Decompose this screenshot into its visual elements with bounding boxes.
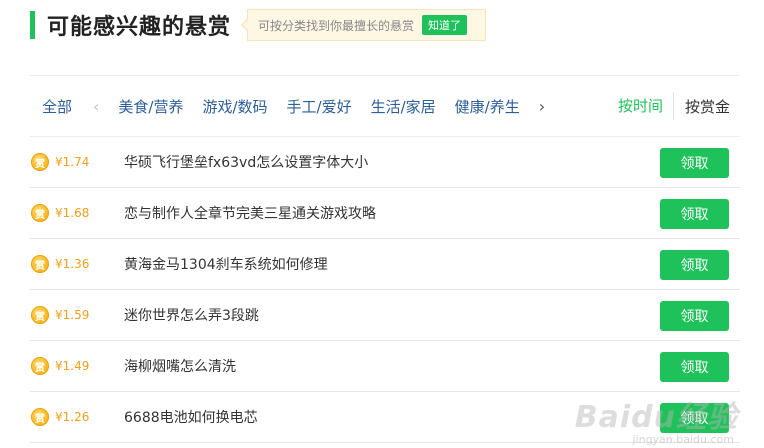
question-title[interactable]: 黄海金马1304刹车系统如何修理 (124, 254, 328, 274)
claim-button[interactable]: 领取 (660, 301, 729, 331)
category-games[interactable]: 游戏/数码 (202, 96, 267, 117)
question-row: 赏 ¥1.26 6688电池如何换电芯 领取 (30, 392, 740, 443)
category-health[interactable]: 健康/养生 (455, 96, 520, 117)
reward-coin-icon: 赏 (31, 255, 49, 273)
claim-button[interactable]: 领取 (660, 403, 729, 433)
reward-coin-icon: 赏 (31, 204, 49, 222)
question-row: 赏 ¥1.59 迷你世界怎么弄3段跳 领取 (30, 290, 740, 341)
question-row: 赏 ¥1.36 黄海金马1304刹车系统如何修理 领取 (30, 239, 740, 290)
reward-coin-icon: 赏 (31, 357, 49, 375)
reward-amount: ¥1.49 (55, 359, 90, 373)
reward-coin-icon: 赏 (31, 408, 49, 426)
sort-by-reward[interactable]: 按赏金 (674, 96, 740, 117)
reward-amount: ¥1.36 (55, 257, 90, 271)
chevron-left-icon[interactable]: ‹ (93, 97, 99, 116)
question-title[interactable]: 迷你世界怎么弄3段跳 (124, 305, 259, 325)
claim-button[interactable]: 领取 (660, 148, 729, 178)
category-crafts[interactable]: 手工/爱好 (287, 96, 352, 117)
question-title[interactable]: 海柳烟嘴怎么清洗 (124, 356, 236, 376)
question-list: 赏 ¥1.74 华硕飞行堡垒fx63vd怎么设置字体大小 领取 赏 ¥1.68 … (30, 137, 740, 443)
sort-by-time[interactable]: 按时间 (618, 92, 674, 120)
category-home[interactable]: 生活/家居 (371, 96, 436, 117)
question-title[interactable]: 华硕飞行堡垒fx63vd怎么设置字体大小 (124, 152, 368, 172)
category-tip: 可按分类找到你最擅长的悬赏 知道了 (241, 9, 487, 41)
reward-amount: ¥1.68 (55, 206, 90, 220)
question-row: 赏 ¥1.49 海柳烟嘴怎么清洗 领取 (30, 341, 740, 392)
chevron-right-icon[interactable]: › (539, 97, 545, 116)
reward-coin-icon: 赏 (31, 306, 49, 324)
category-food[interactable]: 美食/营养 (118, 96, 183, 117)
header: 可能感兴趣的悬赏 可按分类找到你最擅长的悬赏 知道了 (30, 9, 487, 41)
claim-button[interactable]: 领取 (660, 250, 729, 280)
reward-amount: ¥1.26 (55, 410, 90, 424)
tip-text: 可按分类找到你最擅长的悬赏 (258, 18, 415, 33)
question-title[interactable]: 恋与制作人全章节完美三星通关游戏攻略 (124, 203, 376, 223)
tip-dismiss-button[interactable]: 知道了 (422, 15, 468, 35)
question-row: 赏 ¥1.74 华硕飞行堡垒fx63vd怎么设置字体大小 领取 (30, 137, 740, 188)
title-accent-bar (30, 11, 35, 39)
claim-button[interactable]: 领取 (660, 199, 729, 229)
reward-amount: ¥1.74 (55, 155, 90, 169)
question-title[interactable]: 6688电池如何换电芯 (124, 407, 258, 427)
sort-options: 按时间 按赏金 (618, 92, 740, 120)
reward-amount: ¥1.59 (55, 308, 90, 322)
claim-button[interactable]: 领取 (660, 352, 729, 382)
reward-coin-icon: 赏 (31, 153, 49, 171)
page-title: 可能感兴趣的悬赏 (47, 15, 232, 40)
category-all[interactable]: 全部 (42, 96, 72, 117)
category-bar: 全部 ‹ 美食/营养 游戏/数码 手工/爱好 生活/家居 健康/养生 › 按时间… (30, 75, 740, 137)
question-row: 赏 ¥1.68 恋与制作人全章节完美三星通关游戏攻略 领取 (30, 188, 740, 239)
